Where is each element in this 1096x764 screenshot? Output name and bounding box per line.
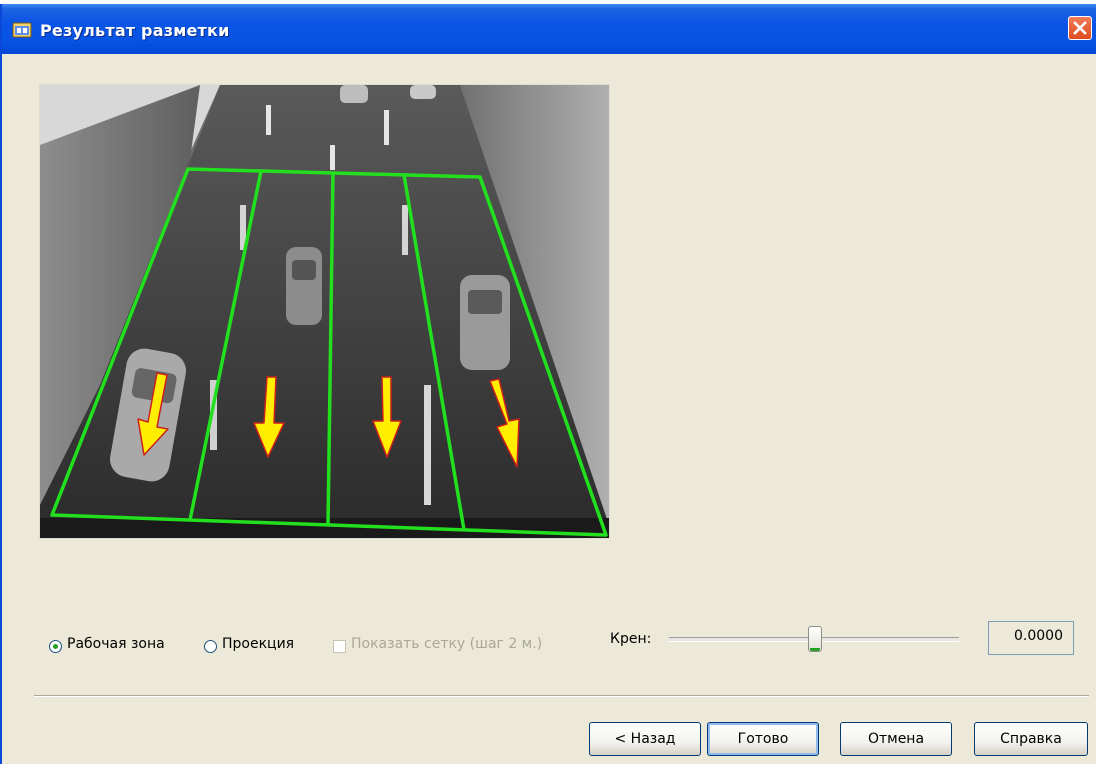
roll-value-field: 0.0000 xyxy=(988,621,1074,655)
dialog-window: Результат разметки Рабочая зона Проекция… xyxy=(0,4,1096,764)
dialog-app-icon xyxy=(12,21,32,39)
separator-line xyxy=(34,695,1089,697)
show-grid-label: Показать сетку (шаг 2 м.) xyxy=(351,636,543,652)
cancel-button[interactable]: Отмена xyxy=(840,722,952,756)
dialog-title: Результат разметки xyxy=(40,21,230,40)
work-zone-radio[interactable] xyxy=(49,640,62,653)
radio-selected-dot xyxy=(53,644,58,649)
finish-button[interactable]: Готово xyxy=(707,722,819,756)
show-grid-checkbox[interactable] xyxy=(333,640,346,653)
close-button[interactable] xyxy=(1068,16,1092,40)
roll-slider-thumb[interactable] xyxy=(808,626,822,652)
work-zone-label[interactable]: Рабочая зона xyxy=(67,636,165,652)
close-icon xyxy=(1073,21,1087,35)
projection-label[interactable]: Проекция xyxy=(222,636,294,652)
title-bar[interactable]: Результат разметки xyxy=(2,4,1096,54)
back-button[interactable]: < Назад xyxy=(589,722,701,756)
markup-preview-image xyxy=(39,84,610,539)
roll-label: Крен: xyxy=(610,631,652,647)
help-button[interactable]: Справка xyxy=(974,722,1088,756)
projection-radio[interactable] xyxy=(204,640,217,653)
